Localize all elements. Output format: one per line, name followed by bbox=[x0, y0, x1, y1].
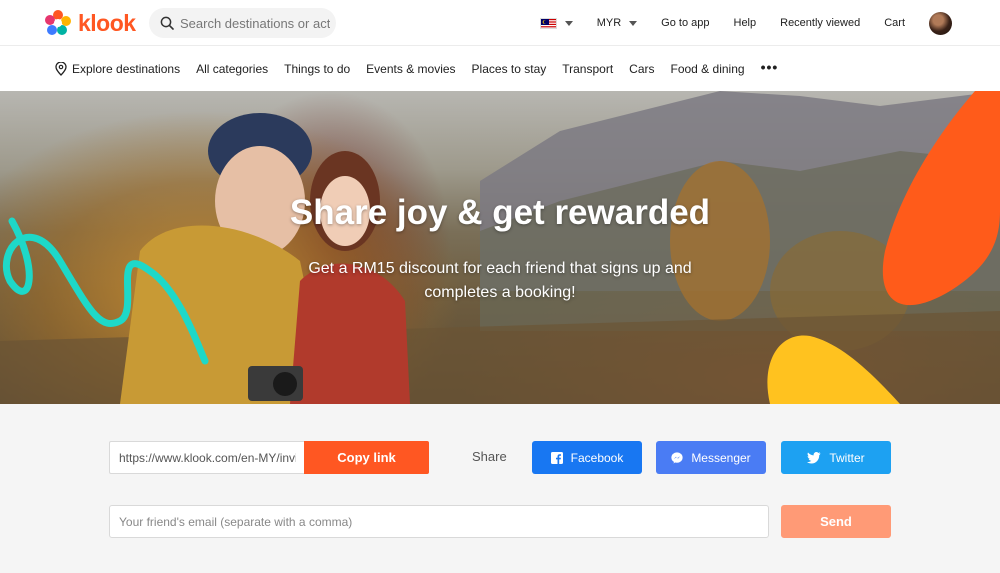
hero-subtitle: Get a RM15 discount for each friend that… bbox=[308, 260, 692, 301]
help-link[interactable]: Help bbox=[734, 17, 757, 29]
klook-logo-icon bbox=[45, 10, 71, 35]
header-nav: MYR Go to app Help Recently viewed Cart bbox=[516, 0, 952, 46]
twitter-share-button[interactable]: Twitter bbox=[781, 441, 891, 474]
facebook-label: Facebook bbox=[570, 450, 624, 465]
twitter-icon bbox=[807, 451, 821, 463]
facebook-share-button[interactable]: Facebook bbox=[532, 441, 642, 474]
more-menu-icon[interactable]: ••• bbox=[761, 59, 779, 75]
hero-title: Share joy & get rewarded bbox=[289, 193, 711, 232]
category-things-to-do[interactable]: Things to do bbox=[284, 62, 350, 76]
currency-selector[interactable]: MYR bbox=[596, 17, 638, 29]
messenger-icon bbox=[671, 451, 683, 463]
hero-photo bbox=[0, 91, 1000, 404]
messenger-share-button[interactable]: Messenger bbox=[656, 441, 766, 474]
explore-destinations-label: Explore destinations bbox=[72, 61, 181, 76]
category-all[interactable]: All categories bbox=[196, 62, 268, 76]
brand-name: klook bbox=[78, 9, 136, 36]
twitter-label: Twitter bbox=[829, 450, 865, 465]
referral-link-field[interactable] bbox=[109, 441, 305, 474]
category-cars[interactable]: Cars bbox=[629, 62, 654, 76]
cart-link[interactable]: Cart bbox=[884, 17, 905, 29]
hero-banner: Share joy & get rewarded Get a RM15 disc… bbox=[0, 91, 1000, 404]
category-events-movies[interactable]: Events & movies bbox=[366, 62, 455, 76]
currency-label: MYR bbox=[596, 17, 622, 29]
location-pin-icon bbox=[55, 61, 67, 76]
search-input[interactable] bbox=[180, 15, 330, 31]
share-label: Share bbox=[472, 449, 507, 464]
copy-link-button[interactable]: Copy link bbox=[304, 441, 429, 474]
friend-email-field[interactable] bbox=[109, 505, 769, 538]
search-bar[interactable] bbox=[149, 8, 336, 38]
chevron-down-icon bbox=[629, 20, 638, 26]
search-icon bbox=[160, 16, 174, 30]
referral-link-input[interactable] bbox=[119, 450, 296, 465]
klook-logo[interactable]: klook bbox=[44, 8, 136, 38]
explore-destinations-link[interactable]: Explore destinations bbox=[55, 61, 181, 76]
messenger-label: Messenger bbox=[691, 450, 751, 465]
malaysia-flag-icon bbox=[539, 17, 557, 29]
category-bar: Explore destinations All categories Thin… bbox=[0, 46, 1000, 91]
friend-email-input[interactable] bbox=[119, 514, 355, 529]
category-transport[interactable]: Transport bbox=[562, 62, 613, 76]
locale-selector[interactable] bbox=[539, 17, 573, 29]
avatar[interactable] bbox=[929, 11, 952, 35]
chevron-down-icon bbox=[564, 20, 573, 26]
facebook-icon bbox=[550, 451, 563, 464]
recently-viewed-link[interactable]: Recently viewed bbox=[780, 17, 860, 29]
category-food-dining[interactable]: Food & dining bbox=[671, 62, 745, 76]
share-section: Copy link Share Facebook Messenger Twitt… bbox=[0, 404, 1000, 573]
category-places-to-stay[interactable]: Places to stay bbox=[472, 62, 547, 76]
go-to-app-link[interactable]: Go to app bbox=[661, 17, 709, 29]
send-button[interactable]: Send bbox=[781, 505, 891, 538]
top-header: klook Search destinations or activities … bbox=[0, 0, 1000, 46]
